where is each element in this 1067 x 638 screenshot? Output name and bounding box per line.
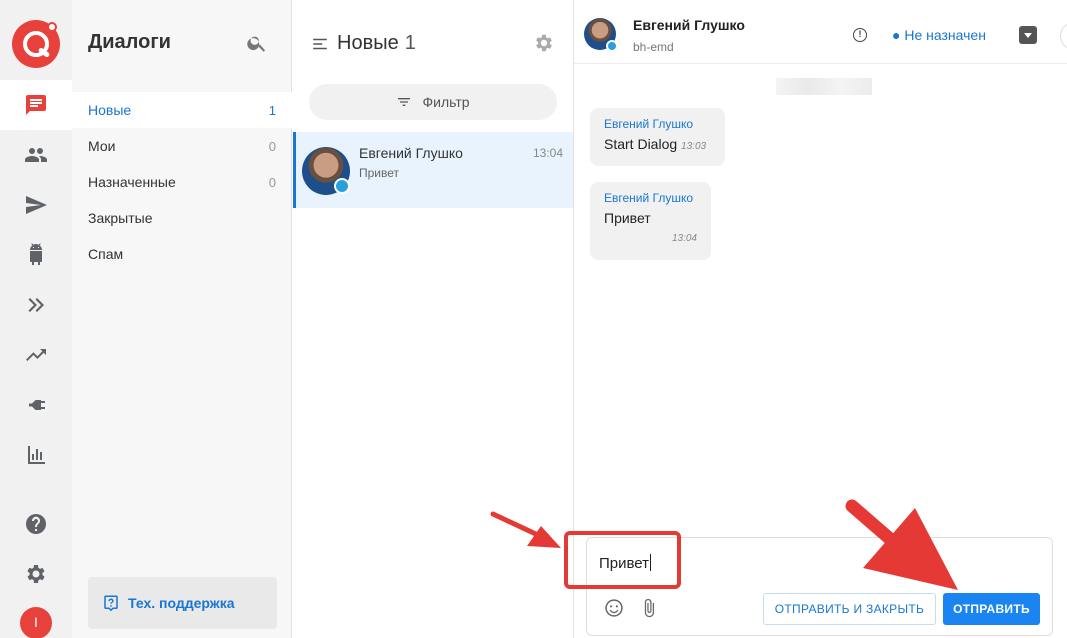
emoji-icon[interactable] <box>604 598 624 618</box>
folder-label: Мои <box>88 138 116 154</box>
assign-status-label: Не назначен <box>904 27 986 43</box>
telegram-icon <box>334 178 350 194</box>
rail-help[interactable] <box>0 499 72 549</box>
search-icon <box>247 36 266 52</box>
help-icon <box>26 514 46 534</box>
send-button[interactable]: ОТПРАВИТЬ <box>943 593 1040 625</box>
gear-icon <box>536 34 552 52</box>
send-icon <box>26 196 47 214</box>
chat-header: Евгений Глушко bh-emd ! ● Не назначен <box>574 0 1067 64</box>
chat-icon <box>26 95 46 115</box>
assign-status[interactable]: ● Не назначен <box>892 27 986 43</box>
help-box-icon <box>104 595 118 612</box>
folder-count: 0 <box>268 138 276 154</box>
folder-count: 1 <box>268 102 276 118</box>
conversation-item[interactable]: Евгений Глушко Привет 13:04 <box>293 132 573 208</box>
rail-reports[interactable] <box>0 430 72 480</box>
attach-icon[interactable] <box>639 597 659 619</box>
filter-icon <box>398 98 411 106</box>
icon-rail: I <box>0 0 72 638</box>
bar-chart-icon <box>28 446 45 464</box>
rail-dialogs[interactable] <box>0 80 72 130</box>
message-time: 13:03 <box>681 141 707 152</box>
double-chevron-icon <box>28 298 44 312</box>
filter-button[interactable]: Фильтр <box>309 84 557 120</box>
conversation-name: Евгений Глушко <box>359 145 463 161</box>
support-label: Тех. поддержка <box>128 595 235 611</box>
list-title-text: Новые <box>337 32 399 54</box>
folder-label: Спам <box>88 246 124 262</box>
folder-label: Назначенные <box>88 174 176 190</box>
contact-name[interactable]: Евгений Глушко <box>633 17 745 33</box>
send-and-close-button[interactable]: ОТПРАВИТЬ И ЗАКРЫТЬ <box>763 593 936 625</box>
message-time: 13:04 <box>671 233 697 244</box>
folder-mine[interactable]: Мои 0 <box>72 128 292 164</box>
rail-automation[interactable] <box>0 280 72 330</box>
android-icon <box>30 243 42 265</box>
folder-spam[interactable]: Спам <box>72 236 292 272</box>
date-separator <box>776 78 872 95</box>
rail-broadcasts[interactable] <box>0 180 72 230</box>
rail-settings[interactable] <box>0 549 72 599</box>
list-count: 1 <box>404 32 416 54</box>
app-logo[interactable] <box>12 20 60 68</box>
app-window: I Диалоги Новые 1 Мои 0 Назначенные 0 За… <box>0 0 1067 638</box>
menu-button[interactable] <box>311 35 329 58</box>
list-settings-button[interactable] <box>533 32 555 59</box>
archive-icon[interactable] <box>1019 26 1037 44</box>
input-highlight-box <box>564 531 681 589</box>
message-text-value: Start Dialog <box>604 136 678 152</box>
rail-analytics[interactable] <box>0 330 72 380</box>
folder-label: Новые <box>88 102 132 118</box>
panel-toggle[interactable] <box>1060 22 1067 50</box>
filter-label: Фильтр <box>422 94 470 110</box>
telegram-icon <box>606 40 618 52</box>
folder-label: Закрытые <box>88 210 153 226</box>
message-text: Привет <box>604 210 651 226</box>
message-text: Start Dialog 13:03 <box>604 136 711 152</box>
message-author: Евгений Глушко <box>604 191 694 205</box>
list-title: Новые 1 <box>337 32 416 55</box>
folder-count: 0 <box>268 174 276 190</box>
folder-new[interactable]: Новые 1 <box>72 92 292 128</box>
message-bubble: Евгений Глушко Привет 13:04 <box>590 182 711 260</box>
plug-icon <box>29 400 45 410</box>
users-icon <box>25 148 47 162</box>
info-icon[interactable]: ! <box>853 28 867 42</box>
message-author: Евгений Глушко <box>604 117 694 131</box>
rail-bots[interactable] <box>0 230 72 280</box>
panel-title: Диалоги <box>88 31 171 53</box>
message-bubble: Евгений Глушко Start Dialog 13:03 <box>590 108 725 166</box>
support-button[interactable]: Тех. поддержка <box>88 577 277 629</box>
menu-icon <box>313 38 327 50</box>
conversation-preview: Привет <box>359 166 400 180</box>
rail-integrations[interactable] <box>0 380 72 430</box>
settings-icon <box>27 565 45 583</box>
folder-panel: Диалоги Новые 1 Мои 0 Назначенные 0 Закр… <box>72 0 292 638</box>
search-button[interactable] <box>246 32 268 59</box>
rail-contacts[interactable] <box>0 130 72 180</box>
conversation-time: 13:04 <box>532 146 563 160</box>
folder-closed[interactable]: Закрытые <box>72 200 292 236</box>
trending-icon <box>26 349 46 361</box>
user-avatar[interactable]: I <box>20 607 52 638</box>
conversation-list: Новые 1 Фильтр Евгений Глушко Привет 13:0… <box>293 0 574 638</box>
contact-channel: bh-emd <box>633 40 674 54</box>
folder-assigned[interactable]: Назначенные 0 <box>72 164 292 200</box>
